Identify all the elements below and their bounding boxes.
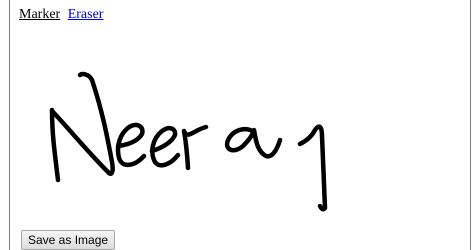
drawing-canvas[interactable]: [10, 30, 470, 225]
marker-tool-link[interactable]: Marker: [19, 7, 60, 22]
stroke-letter-n: [49, 71, 115, 183]
tool-selector: Marker Eraser: [19, 7, 103, 23]
stroke-letter-r: [181, 124, 209, 171]
eraser-tool-link[interactable]: Eraser: [68, 7, 104, 22]
stroke-letter-j: [297, 124, 328, 212]
save-as-image-button[interactable]: Save as Image: [21, 230, 116, 250]
stroke-letter-e2: [149, 125, 181, 168]
stroke-letter-a: [224, 127, 283, 159]
stroke-letter-e1: [115, 122, 147, 168]
handwritten-signature: [49, 71, 328, 212]
